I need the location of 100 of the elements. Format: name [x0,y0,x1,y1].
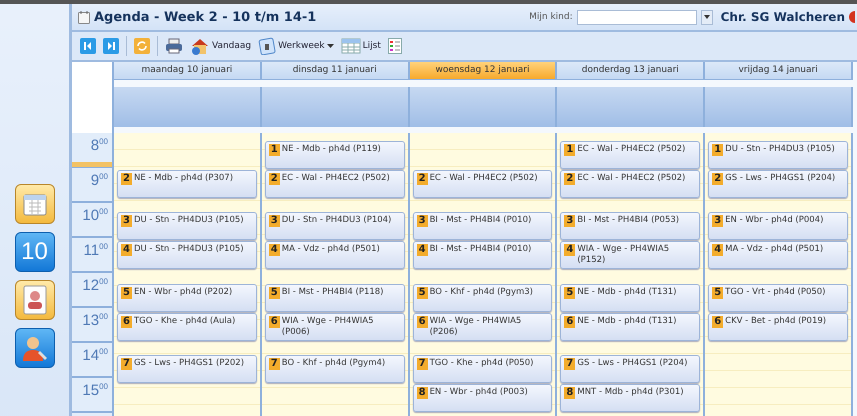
lesson-block[interactable]: 3 EN - Wbr - ph4d (P004) [708,212,848,240]
lesson-text: EC - Wal - PH4EC2 (P502) [577,144,686,156]
lesson-block[interactable]: 4 WIA - Wge - PH4WIA5 (P152) [560,241,700,270]
period-badge: 8 [416,387,428,400]
legend-button[interactable] [386,35,404,57]
lesson-text: EC - Wal - PH4EC2 (P502) [282,173,390,184]
period-badge: 5 [712,287,724,300]
day-header[interactable]: vrijdag 14 januari [705,62,853,80]
lesson-block[interactable]: 8 EN - Wbr - ph4d (P003) [412,384,552,412]
lesson-text: DU - Stn - PH4DU3 (P104) [282,215,392,226]
previous-icon [80,38,96,54]
lesson-block[interactable]: 7 TGO - Khe - ph4d (P050) [412,355,552,384]
period-badge: 5 [416,287,428,300]
lesson-text: MA - Vdz - ph4d (P501) [725,244,824,256]
lesson-text: DU - Stn - PH4DU3 (P105) [725,144,835,156]
lesson-block[interactable]: 3 DU - Stn - PH4DU3 (P105) [117,212,257,240]
period-badge: 4 [416,244,428,256]
period-badge: 7 [268,358,280,370]
day-header[interactable]: maandag 10 januari [114,62,262,80]
lesson-text: NE - Mdb - ph4d (P119) [282,144,381,156]
hour-label: 12$^{00}$ [72,273,112,308]
prev-button[interactable] [78,35,98,57]
lesson-block[interactable]: 5 BI - Mst - PH4BI4 (P118) [264,284,405,312]
id-card-button[interactable] [14,280,54,320]
lesson-block[interactable]: 2 NE - Mdb - ph4d (P307) [117,170,257,198]
lesson-text: TGO - Vrt - ph4d (P050) [725,287,826,298]
next-button[interactable] [101,35,121,57]
lesson-block[interactable]: 5 NE - Mdb - ph4d (T131) [560,284,700,312]
lesson-block[interactable]: 6 NE - Mdb - ph4d (T131) [560,313,700,342]
legend-icon [388,38,402,54]
period-badge: 6 [564,316,576,328]
lesson-block[interactable]: 6 CKV - Bet - ph4d (P019) [708,313,848,342]
lesson-block[interactable]: 7 BO - Khf - ph4d (Pgym4) [264,355,405,384]
calendar-button[interactable] [14,184,54,224]
lesson-block[interactable]: 2 EC - Wal - PH4EC2 (P502) [264,170,405,198]
lesson-text: DU - Stn - PH4DU3 (P105) [134,244,244,256]
lesson-text: TGO - Khe - ph4d (Aula) [134,316,236,328]
lesson-block[interactable]: 7 GS - Lws - PH4GS1 (P204) [560,355,700,384]
lesson-text: MNT - Mdb - ph4d (P301) [577,387,684,398]
lesson-block[interactable]: 5 EN - Wbr - ph4d (P202) [117,284,257,312]
hour-label: 10$^{00}$ [72,203,112,238]
child-label: Mijn kind: [529,12,573,22]
period-badge: 2 [564,173,576,186]
period-badge: 8 [564,387,576,400]
list-button[interactable]: Lijst [338,35,383,57]
current-time-marker [72,162,112,168]
lesson-block[interactable]: 1 DU - Stn - PH4DU3 (P105) [708,141,848,170]
lesson-block[interactable]: 4 BI - Mst - PH4BI4 (P010) [412,241,552,270]
period-badge: 6 [712,316,724,328]
lesson-block[interactable]: 2 EC - Wal - PH4EC2 (P502) [412,170,552,198]
lesson-block[interactable]: 3 BI - Mst - PH4BI4 (P053) [560,212,700,240]
lesson-block[interactable]: 2 GS - Lws - PH4GS1 (P204) [708,170,848,198]
lesson-block[interactable]: 3 DU - Stn - PH4DU3 (P104) [264,212,405,240]
period-badge: 4 [268,244,280,256]
hour-label: 14$^{00}$ [72,343,112,378]
lesson-block[interactable]: 3 BI - Mst - PH4BI4 (P010) [412,212,552,240]
lesson-text: EC - Wal - PH4EC2 (P502) [577,173,686,184]
next-icon [103,38,119,54]
lesson-text: EN - Wbr - ph4d (P004) [725,215,824,226]
lesson-block[interactable]: 2 EC - Wal - PH4EC2 (P502) [560,170,700,198]
lesson-block[interactable]: 1 NE - Mdb - ph4d (P119) [264,141,405,170]
house-icon [190,37,210,55]
period-badge: 7 [564,358,576,370]
period-badge: 2 [268,173,280,186]
lesson-block[interactable]: 1 EC - Wal - PH4EC2 (P502) [560,141,700,170]
lesson-text: EN - Wbr - ph4d (P003) [430,387,528,398]
period-badge: 5 [268,287,280,300]
table-icon [340,38,361,54]
lesson-block[interactable]: 5 BO - Khf - ph4d (Pgym3) [412,284,552,312]
lesson-block[interactable]: 4 MA - Vdz - ph4d (P501) [264,241,405,270]
lesson-text: BI - Mst - PH4BI4 (P010) [430,215,532,226]
lesson-text: EN - Wbr - ph4d (P202) [134,287,232,298]
lesson-block[interactable]: 8 MNT - Mdb - ph4d (P301) [560,384,700,412]
lesson-block[interactable]: 6 WIA - Wge - PH4WIA5 (P206) [412,313,552,342]
workweek-button[interactable]: Werkweek [256,35,336,57]
lesson-text: WIA - Wge - PH4WIA5 (P152) [577,244,670,266]
hour-label: 11$^{00}$ [72,238,112,274]
lesson-text: BO - Khf - ph4d (Pgym3) [430,287,533,298]
period-badge: 6 [416,316,428,328]
lesson-block[interactable]: 4 MA - Vdz - ph4d (P501) [708,241,848,270]
user-settings-button[interactable] [14,328,54,368]
period-badge: 2 [712,173,724,186]
day-header[interactable]: dinsdag 11 januari [262,62,410,80]
period-badge: 7 [121,358,132,370]
dropdown-button[interactable] [700,10,713,24]
lesson-block[interactable]: 6 WIA - Wge - PH4WIA5 (P006) [264,313,405,342]
lesson-text: GS - Lws - PH4GS1 (P202) [134,358,244,370]
lesson-block[interactable]: 6 TGO - Khe - ph4d (Aula) [117,313,257,342]
lesson-block[interactable]: 5 TGO - Vrt - ph4d (P050) [708,284,848,312]
period-badge: 3 [416,215,428,228]
day-header[interactable]: donderdag 13 januari [557,62,706,80]
lesson-text: WIA - Wge - PH4WIA5 (P006) [282,316,375,338]
lesson-text: BI - Mst - PH4BI4 (P118) [282,287,384,298]
lesson-text: CKV - Bet - ph4d (P019) [725,316,826,328]
today-button[interactable]: Vandaag [188,35,254,57]
period-badge: 3 [564,215,576,228]
lesson-block[interactable]: 4 DU - Stn - PH4DU3 (P105) [117,241,257,270]
day-header[interactable]: woensdag 12 januari [410,62,558,80]
lesson-block[interactable]: 7 GS - Lws - PH4GS1 (P202) [117,355,257,384]
lesson-text: GS - Lws - PH4GS1 (P204) [577,358,688,370]
